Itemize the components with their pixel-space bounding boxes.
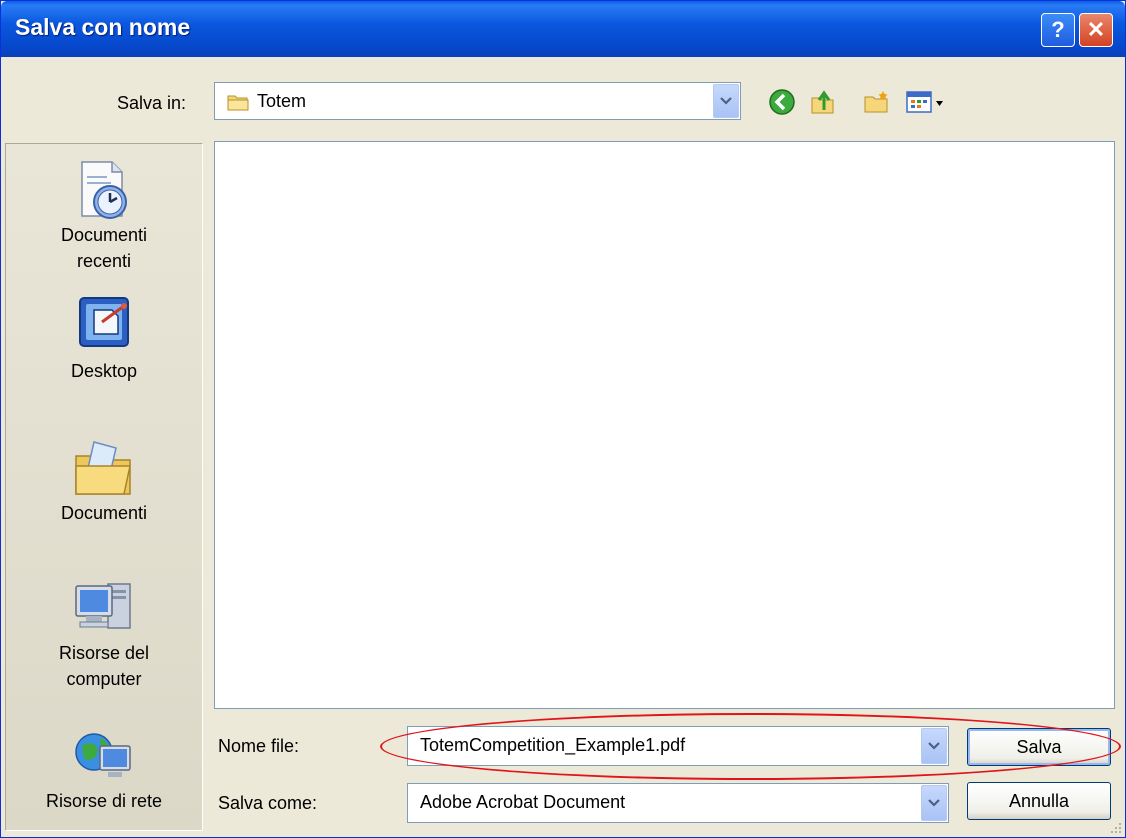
save-as-type-value: Adobe Acrobat Document: [420, 792, 626, 812]
place-my-documents[interactable]: Documenti: [6, 436, 202, 526]
places-bar: Documenti recenti Desktop Documenti Riso…: [5, 143, 203, 831]
back-icon[interactable]: [768, 88, 796, 116]
views-menu-icon[interactable]: [905, 88, 951, 116]
place-label-line1: Risorse del: [58, 643, 150, 663]
save-as-type-dropdown-button[interactable]: [921, 785, 947, 821]
new-folder-icon[interactable]: [863, 88, 891, 116]
save-as-type-label: Salva come:: [218, 793, 318, 813]
resize-grip-icon[interactable]: [1107, 819, 1123, 835]
place-label-line1: Desktop: [70, 361, 138, 381]
save-in-value: Totem: [257, 91, 307, 111]
dialog-title: Salva con nome: [15, 14, 191, 40]
place-label-line1: Documenti: [60, 225, 148, 245]
my-documents-icon: [75, 441, 131, 495]
save-in-dropdown-button[interactable]: [713, 84, 739, 118]
save-in-label: Salva in:: [117, 93, 187, 113]
file-name-combo[interactable]: TotemCompetition_Example1.pdf: [407, 726, 949, 766]
file-name-dropdown-button[interactable]: [921, 728, 947, 764]
folder-icon: [227, 95, 249, 111]
file-name-input[interactable]: TotemCompetition_Example1.pdf: [420, 735, 685, 756]
save-as-type-combo[interactable]: Adobe Acrobat Document: [407, 783, 949, 823]
place-label-line2: computer: [66, 669, 142, 689]
save-button[interactable]: Salva: [967, 728, 1111, 766]
close-button[interactable]: ✕: [1079, 13, 1113, 47]
network-icon: [75, 733, 131, 777]
place-label-line1: Documenti: [60, 503, 148, 523]
chevron-down-icon: [928, 742, 940, 750]
save-in-combo[interactable]: Totem: [214, 82, 741, 120]
place-label-line1: Risorse di rete: [45, 791, 163, 811]
cancel-button[interactable]: Annulla: [967, 782, 1111, 820]
place-recent-documents[interactable]: Documenti recenti: [6, 158, 202, 274]
file-name-label: Nome file:: [218, 736, 300, 756]
save-as-dialog: Salva con nome ? ✕ Salva in: Totem Docum…: [0, 0, 1126, 838]
desktop-icon: [79, 297, 129, 347]
title-bar[interactable]: Salva con nome ? ✕: [1, 1, 1125, 57]
chevron-down-icon: [928, 799, 940, 807]
place-network[interactable]: Risorse di rete: [6, 724, 202, 814]
place-my-computer[interactable]: Risorse del computer: [6, 576, 202, 692]
place-desktop[interactable]: Desktop: [6, 294, 202, 384]
my-computer-icon: [75, 583, 131, 629]
recent-documents-icon: [81, 161, 127, 219]
help-button[interactable]: ?: [1041, 13, 1075, 47]
chevron-down-icon: [720, 97, 732, 105]
place-label-line2: recenti: [76, 251, 132, 271]
up-folder-icon[interactable]: [809, 88, 837, 116]
file-list[interactable]: [214, 141, 1115, 709]
